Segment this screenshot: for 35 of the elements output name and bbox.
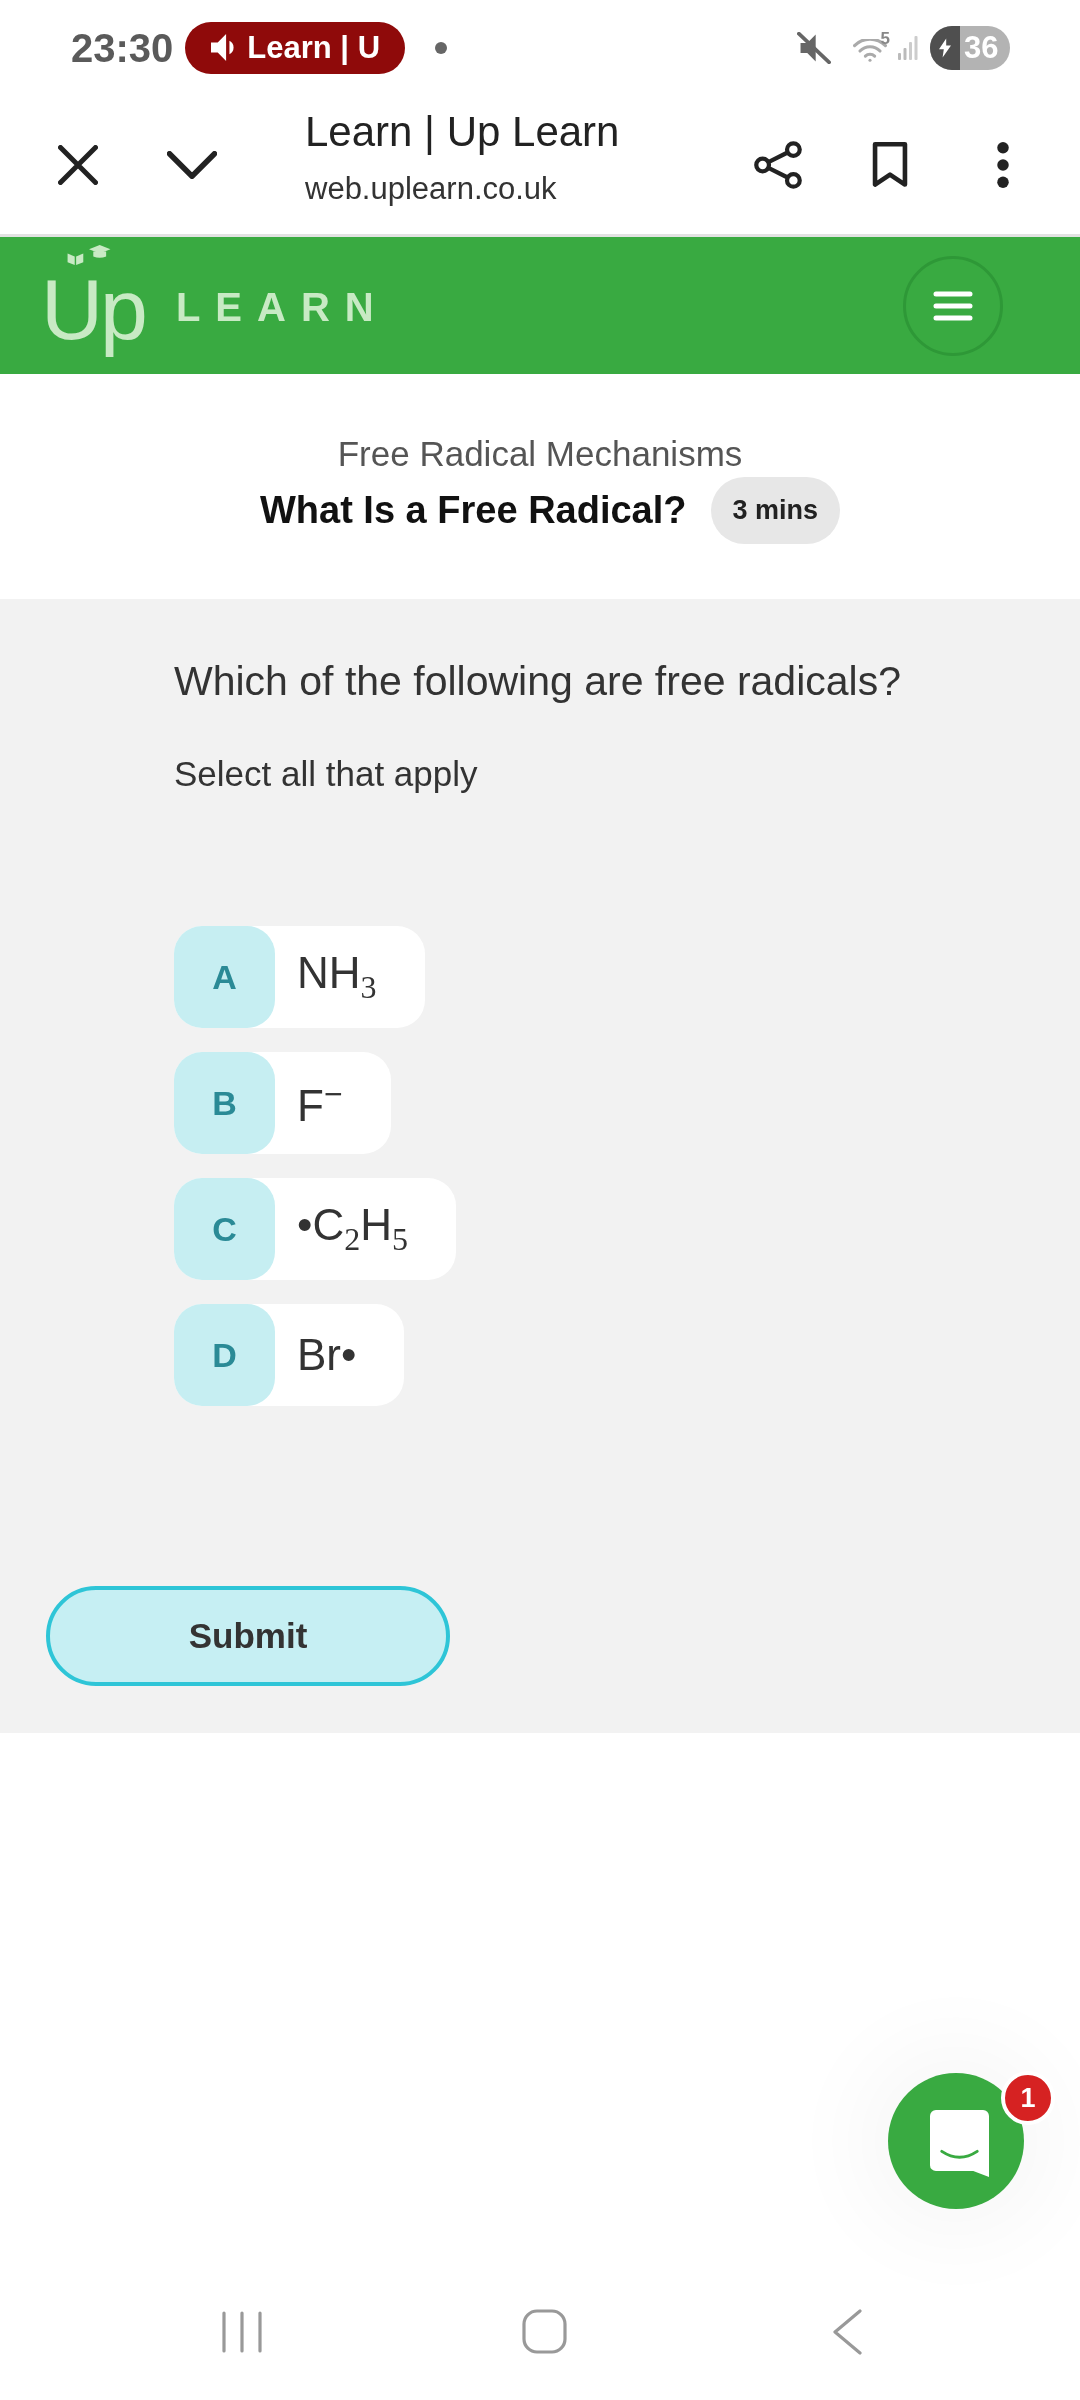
battery-percent: 36 (964, 32, 999, 63)
submit-button[interactable]: Submit (46, 1586, 450, 1686)
chat-icon (929, 2109, 989, 2177)
question-instruction: Select all that apply (174, 754, 478, 794)
page-title: Learn | Up Learn (305, 107, 620, 157)
more-icon[interactable] (997, 141, 1009, 188)
option-letter: A (174, 926, 275, 1028)
answer-option[interactable]: D Br• (174, 1304, 405, 1406)
answer-option[interactable]: C •C$_{2}$H$_{5}$ (174, 1178, 456, 1280)
duration-badge: 3 mins (710, 477, 841, 544)
lesson-title: What Is a Free Radical? (259, 489, 687, 532)
option-letter: B (174, 1052, 275, 1154)
share-icon[interactable] (753, 139, 803, 190)
chevron-down-icon[interactable] (167, 150, 217, 179)
answer-option[interactable]: B F$^{−}$ (174, 1052, 391, 1154)
menu-icon (933, 290, 973, 321)
status-time: 23:30 (71, 27, 174, 68)
lesson-topic: Free Radical Mechanisms (337, 433, 743, 475)
page-url: web.uplearn.co.uk (305, 170, 558, 208)
bookmark-icon[interactable] (872, 141, 908, 188)
wifi-band-label: 5 (880, 30, 890, 47)
option-letter: C (174, 1178, 275, 1280)
back-icon[interactable] (833, 2308, 862, 2355)
option-letter: D (174, 1304, 275, 1406)
signal-icon (898, 34, 918, 61)
notification-dot-icon (435, 41, 448, 54)
home-icon[interactable] (522, 2309, 567, 2354)
question-prompt: Which of the following are free radicals? (174, 657, 901, 705)
book-and-cap-icon (67, 244, 111, 265)
recent-apps-icon[interactable] (222, 2310, 262, 2353)
close-icon[interactable] (58, 144, 98, 185)
answer-option[interactable]: A NH$_{3}$ (174, 926, 425, 1028)
charging-bolt-icon (939, 37, 951, 58)
mute-icon (796, 31, 831, 64)
media-chip[interactable]: Learn | U (185, 21, 406, 74)
